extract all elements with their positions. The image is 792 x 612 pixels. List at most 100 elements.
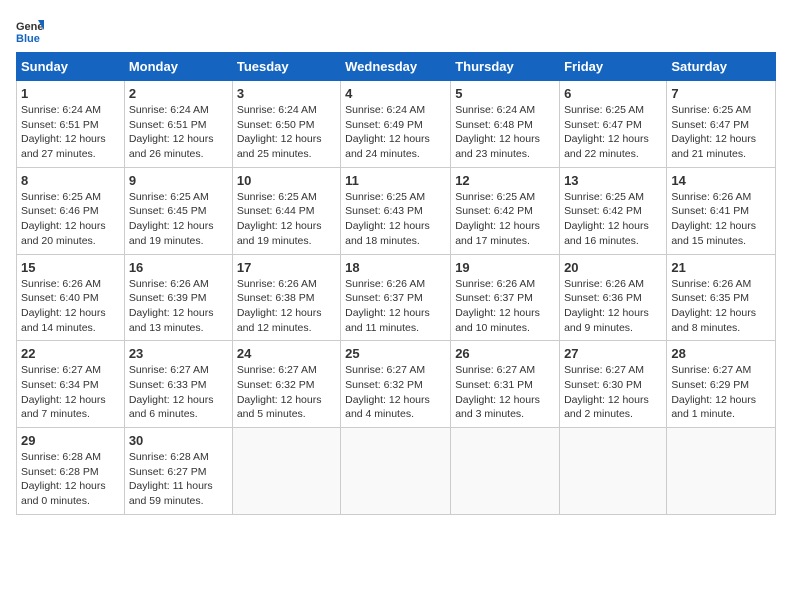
calendar-cell: 27 Sunrise: 6:27 AMSunset: 6:30 PMDayligh… — [560, 341, 667, 428]
calendar-week-2: 8 Sunrise: 6:25 AMSunset: 6:46 PMDaylight… — [17, 167, 776, 254]
calendar-week-5: 29 Sunrise: 6:28 AMSunset: 6:28 PMDayligh… — [17, 428, 776, 515]
day-number: 17 — [237, 260, 336, 275]
header-row: SundayMondayTuesdayWednesdayThursdayFrid… — [17, 53, 776, 81]
day-number: 3 — [237, 86, 336, 101]
day-info: Sunrise: 6:26 AMSunset: 6:39 PMDaylight:… — [129, 277, 228, 336]
day-number: 28 — [671, 346, 771, 361]
day-number: 21 — [671, 260, 771, 275]
calendar-cell: 8 Sunrise: 6:25 AMSunset: 6:46 PMDaylight… — [17, 167, 125, 254]
calendar-cell — [560, 428, 667, 515]
calendar-cell: 10 Sunrise: 6:25 AMSunset: 6:44 PMDayligh… — [232, 167, 340, 254]
day-number: 18 — [345, 260, 446, 275]
day-number: 13 — [564, 173, 662, 188]
calendar-cell: 14 Sunrise: 6:26 AMSunset: 6:41 PMDayligh… — [667, 167, 776, 254]
calendar-cell — [232, 428, 340, 515]
day-number: 8 — [21, 173, 120, 188]
day-number: 22 — [21, 346, 120, 361]
header: General Blue — [16, 16, 776, 44]
day-info: Sunrise: 6:27 AMSunset: 6:31 PMDaylight:… — [455, 363, 555, 422]
calendar-cell: 20 Sunrise: 6:26 AMSunset: 6:36 PMDayligh… — [560, 254, 667, 341]
day-number: 16 — [129, 260, 228, 275]
header-day-tuesday: Tuesday — [232, 53, 340, 81]
day-number: 29 — [21, 433, 120, 448]
day-number: 10 — [237, 173, 336, 188]
day-number: 14 — [671, 173, 771, 188]
day-info: Sunrise: 6:24 AMSunset: 6:51 PMDaylight:… — [129, 103, 228, 162]
day-number: 9 — [129, 173, 228, 188]
day-number: 26 — [455, 346, 555, 361]
calendar-cell: 28 Sunrise: 6:27 AMSunset: 6:29 PMDayligh… — [667, 341, 776, 428]
day-info: Sunrise: 6:25 AMSunset: 6:42 PMDaylight:… — [564, 190, 662, 249]
day-info: Sunrise: 6:24 AMSunset: 6:48 PMDaylight:… — [455, 103, 555, 162]
day-info: Sunrise: 6:26 AMSunset: 6:37 PMDaylight:… — [345, 277, 446, 336]
day-info: Sunrise: 6:28 AMSunset: 6:28 PMDaylight:… — [21, 450, 120, 509]
header-day-saturday: Saturday — [667, 53, 776, 81]
day-info: Sunrise: 6:27 AMSunset: 6:33 PMDaylight:… — [129, 363, 228, 422]
day-info: Sunrise: 6:25 AMSunset: 6:47 PMDaylight:… — [564, 103, 662, 162]
day-number: 23 — [129, 346, 228, 361]
day-number: 24 — [237, 346, 336, 361]
calendar-cell: 19 Sunrise: 6:26 AMSunset: 6:37 PMDayligh… — [451, 254, 560, 341]
day-number: 20 — [564, 260, 662, 275]
day-info: Sunrise: 6:27 AMSunset: 6:30 PMDaylight:… — [564, 363, 662, 422]
day-number: 2 — [129, 86, 228, 101]
calendar-cell: 30Sunrise: 6:28 AMSunset: 6:27 PMDayligh… — [124, 428, 232, 515]
day-info: Sunrise: 6:24 AMSunset: 6:51 PMDaylight:… — [21, 103, 120, 162]
day-number: 1 — [21, 86, 120, 101]
day-number: 4 — [345, 86, 446, 101]
day-info: Sunrise: 6:26 AMSunset: 6:38 PMDaylight:… — [237, 277, 336, 336]
day-info: Sunrise: 6:25 AMSunset: 6:44 PMDaylight:… — [237, 190, 336, 249]
header-day-monday: Monday — [124, 53, 232, 81]
calendar-cell: 21Sunrise: 6:26 AMSunset: 6:35 PMDayligh… — [667, 254, 776, 341]
calendar-cell: 4 Sunrise: 6:24 AMSunset: 6:49 PMDaylight… — [341, 81, 451, 168]
calendar-week-1: 1 Sunrise: 6:24 AMSunset: 6:51 PMDaylight… — [17, 81, 776, 168]
day-number: 5 — [455, 86, 555, 101]
calendar-cell: 24 Sunrise: 6:27 AMSunset: 6:32 PMDayligh… — [232, 341, 340, 428]
calendar-cell: 18 Sunrise: 6:26 AMSunset: 6:37 PMDayligh… — [341, 254, 451, 341]
header-day-friday: Friday — [560, 53, 667, 81]
logo-icon: General Blue — [16, 16, 44, 44]
calendar-cell: 2 Sunrise: 6:24 AMSunset: 6:51 PMDaylight… — [124, 81, 232, 168]
day-info: Sunrise: 6:24 AMSunset: 6:50 PMDaylight:… — [237, 103, 336, 162]
calendar-cell: 22 Sunrise: 6:27 AMSunset: 6:34 PMDayligh… — [17, 341, 125, 428]
day-number: 27 — [564, 346, 662, 361]
calendar-cell: 23 Sunrise: 6:27 AMSunset: 6:33 PMDayligh… — [124, 341, 232, 428]
calendar-cell: 17 Sunrise: 6:26 AMSunset: 6:38 PMDayligh… — [232, 254, 340, 341]
day-number: 19 — [455, 260, 555, 275]
day-info: Sunrise: 6:25 AMSunset: 6:42 PMDaylight:… — [455, 190, 555, 249]
calendar-cell: 1 Sunrise: 6:24 AMSunset: 6:51 PMDaylight… — [17, 81, 125, 168]
day-number: 12 — [455, 173, 555, 188]
day-info: Sunrise: 6:27 AMSunset: 6:32 PMDaylight:… — [345, 363, 446, 422]
day-info: Sunrise: 6:27 AMSunset: 6:34 PMDaylight:… — [21, 363, 120, 422]
day-number: 7 — [671, 86, 771, 101]
svg-text:Blue: Blue — [16, 33, 40, 44]
day-info: Sunrise: 6:24 AMSunset: 6:49 PMDaylight:… — [345, 103, 446, 162]
calendar-week-3: 15Sunrise: 6:26 AMSunset: 6:40 PMDayligh… — [17, 254, 776, 341]
day-info: Sunrise: 6:27 AMSunset: 6:32 PMDaylight:… — [237, 363, 336, 422]
day-info: Sunrise: 6:25 AMSunset: 6:46 PMDaylight:… — [21, 190, 120, 249]
day-info: Sunrise: 6:26 AMSunset: 6:37 PMDaylight:… — [455, 277, 555, 336]
day-info: Sunrise: 6:25 AMSunset: 6:43 PMDaylight:… — [345, 190, 446, 249]
header-day-wednesday: Wednesday — [341, 53, 451, 81]
day-number: 25 — [345, 346, 446, 361]
calendar-cell: 3 Sunrise: 6:24 AMSunset: 6:50 PMDaylight… — [232, 81, 340, 168]
day-number: 30 — [129, 433, 228, 448]
day-info: Sunrise: 6:27 AMSunset: 6:29 PMDaylight:… — [671, 363, 771, 422]
logo: General Blue — [16, 16, 44, 44]
calendar-table: SundayMondayTuesdayWednesdayThursdayFrid… — [16, 52, 776, 515]
calendar-cell: 6Sunrise: 6:25 AMSunset: 6:47 PMDaylight… — [560, 81, 667, 168]
day-info: Sunrise: 6:26 AMSunset: 6:41 PMDaylight:… — [671, 190, 771, 249]
day-number: 11 — [345, 173, 446, 188]
calendar-cell: 9Sunrise: 6:25 AMSunset: 6:45 PMDaylight… — [124, 167, 232, 254]
header-day-thursday: Thursday — [451, 53, 560, 81]
header-day-sunday: Sunday — [17, 53, 125, 81]
calendar-cell — [667, 428, 776, 515]
day-info: Sunrise: 6:26 AMSunset: 6:40 PMDaylight:… — [21, 277, 120, 336]
calendar-cell: 7Sunrise: 6:25 AMSunset: 6:47 PMDaylight… — [667, 81, 776, 168]
calendar-cell: 5 Sunrise: 6:24 AMSunset: 6:48 PMDaylight… — [451, 81, 560, 168]
calendar-cell: 11 Sunrise: 6:25 AMSunset: 6:43 PMDayligh… — [341, 167, 451, 254]
calendar-body: 1 Sunrise: 6:24 AMSunset: 6:51 PMDaylight… — [17, 81, 776, 515]
calendar-cell: 13 Sunrise: 6:25 AMSunset: 6:42 PMDayligh… — [560, 167, 667, 254]
day-info: Sunrise: 6:26 AMSunset: 6:36 PMDaylight:… — [564, 277, 662, 336]
calendar-cell: 12 Sunrise: 6:25 AMSunset: 6:42 PMDayligh… — [451, 167, 560, 254]
